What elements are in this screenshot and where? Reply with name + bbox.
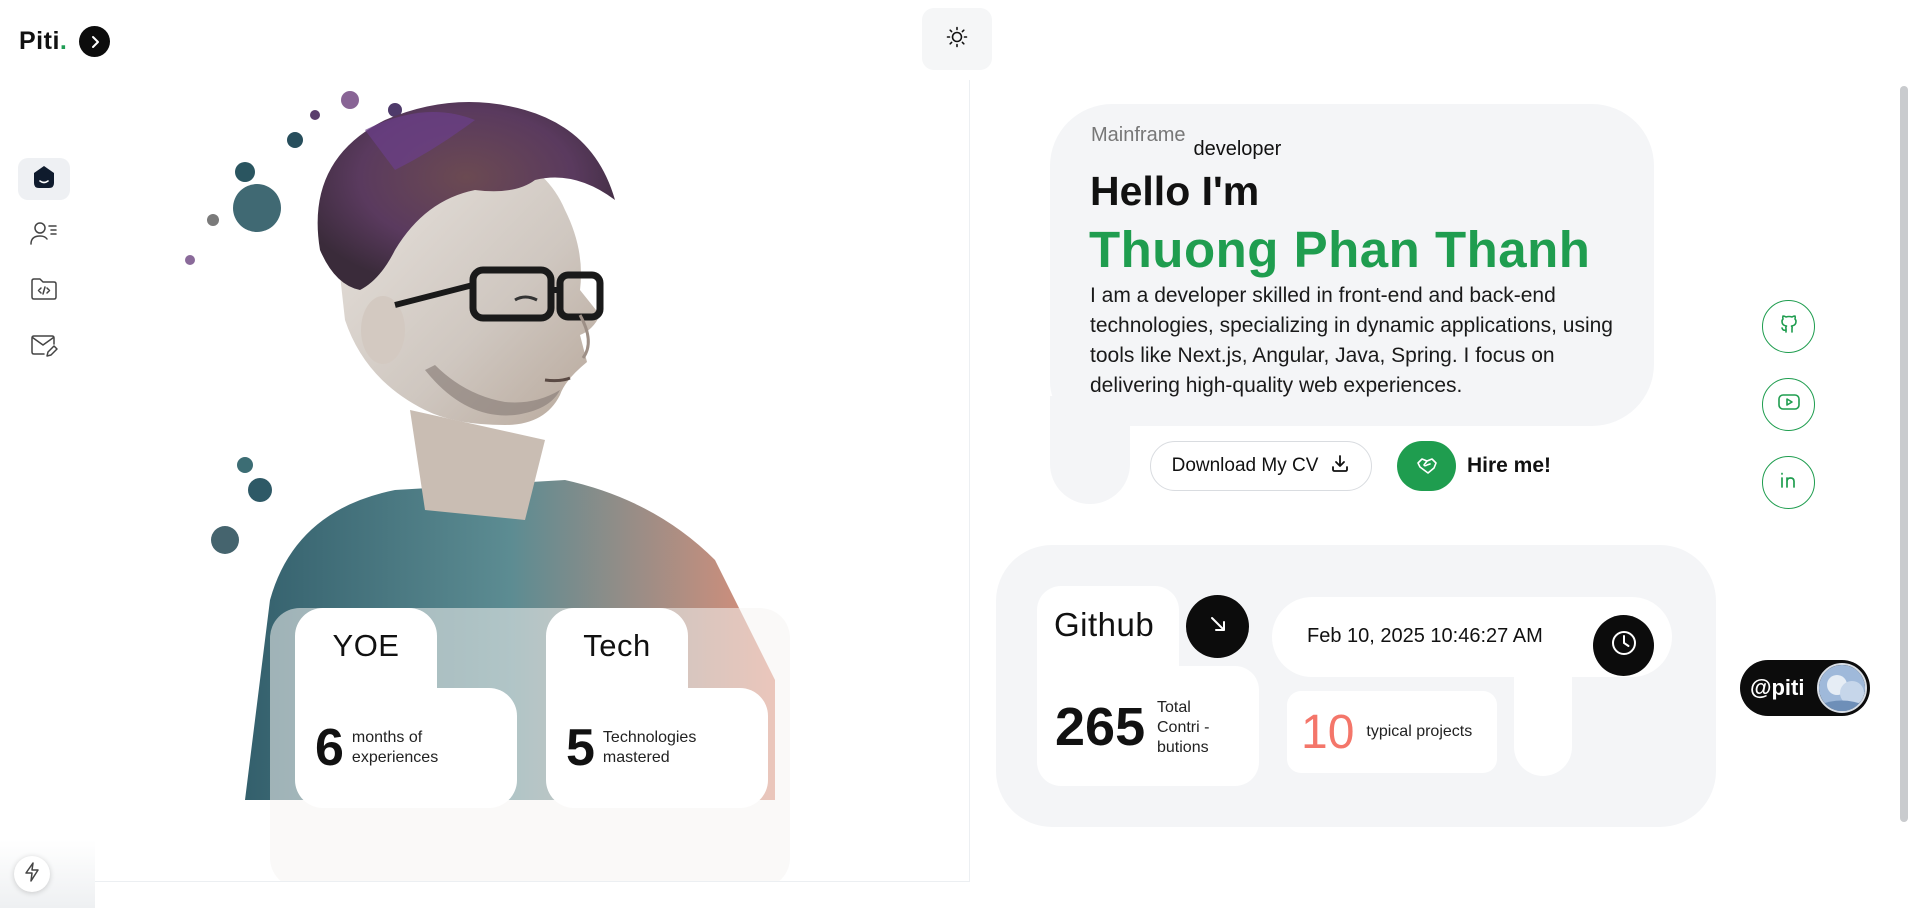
arrow-down-right-icon [1207, 613, 1229, 640]
github-icon [1777, 312, 1801, 341]
sun-icon [945, 25, 969, 54]
code-folder-icon [29, 276, 59, 307]
bolt-icon [23, 861, 41, 887]
datetime-tail [1514, 672, 1572, 776]
youtube-link[interactable] [1762, 378, 1815, 431]
greeting: Hello I'm [1090, 168, 1260, 214]
hire-me-button[interactable]: Hire me! [1397, 441, 1551, 491]
stat-body-tech: 5 Technologies mastered [546, 688, 768, 808]
hire-me-label: Hire me! [1467, 454, 1552, 477]
portrait-illustration [185, 91, 790, 881]
stat-label-tech: Technologies mastered [602, 729, 697, 766]
role-prefix: Mainframe [1091, 124, 1186, 146]
bio-text: I am a developer skilled in front-end an… [1090, 284, 1613, 397]
avatar [1817, 663, 1867, 713]
linkedin-icon [1777, 468, 1801, 497]
stat-value-yoe: 6 [315, 719, 344, 777]
handshake-icon [1397, 441, 1456, 491]
mail-edit-icon [29, 331, 59, 364]
role-heading: Mainframe developer [1091, 124, 1281, 160]
projects-count: 10 [1301, 705, 1355, 759]
download-cv-label: Download My CV [1171, 455, 1319, 476]
github-label: Github [1054, 606, 1155, 643]
stat-body-yoe: 6 months of experiences [295, 688, 517, 808]
sidebar-item-contact[interactable] [18, 326, 70, 368]
sidebar-item-home[interactable] [18, 158, 70, 200]
download-cv-button[interactable]: Download My CV [1150, 441, 1372, 491]
contributions-count: 265 [1055, 697, 1146, 757]
stat-value-tech: 5 [566, 719, 595, 777]
role-suffix: developer [1193, 138, 1282, 160]
social-links [1762, 300, 1815, 509]
projects-card: 10 typical projects [1287, 691, 1497, 773]
portrait-panel: YOE 6 months of experiences Tech 5 Techno… [95, 80, 970, 882]
youtube-icon [1777, 391, 1801, 418]
logo-text: Piti. [19, 27, 68, 55]
scrollbar[interactable] [1900, 86, 1908, 822]
contributions-label: Total Contri - butions [1157, 699, 1210, 756]
theme-toggle-button[interactable] [922, 8, 992, 70]
github-link[interactable] [1762, 300, 1815, 353]
clock-button[interactable] [1593, 615, 1654, 676]
projects-label: typical projects [1366, 723, 1473, 740]
stat-label-yoe: months of experiences [351, 729, 439, 766]
github-open-button[interactable] [1186, 595, 1249, 658]
clock-icon [1609, 628, 1639, 663]
handle-pill[interactable]: @piti [1740, 660, 1870, 716]
stat-tab-yoe: YOE [295, 608, 437, 698]
chevron-right-icon[interactable] [79, 26, 111, 57]
user-profile-icon [29, 219, 59, 252]
sidebar-item-projects[interactable] [18, 270, 70, 312]
logo[interactable]: Piti. [19, 26, 111, 57]
download-icon [1330, 453, 1350, 479]
sidebar-item-about[interactable] [18, 214, 70, 256]
datetime-text: Feb 10, 2025 10:46:27 AM [1307, 625, 1543, 647]
handle-text: @piti [1750, 675, 1805, 700]
linkedin-link[interactable] [1762, 456, 1815, 509]
home-icon [30, 163, 58, 196]
stat-tab-tech: Tech [546, 608, 688, 698]
sidebar-nav [18, 158, 70, 368]
developer-name: Thuong Phan Thanh [1089, 221, 1591, 278]
quick-action-button[interactable] [14, 856, 50, 892]
